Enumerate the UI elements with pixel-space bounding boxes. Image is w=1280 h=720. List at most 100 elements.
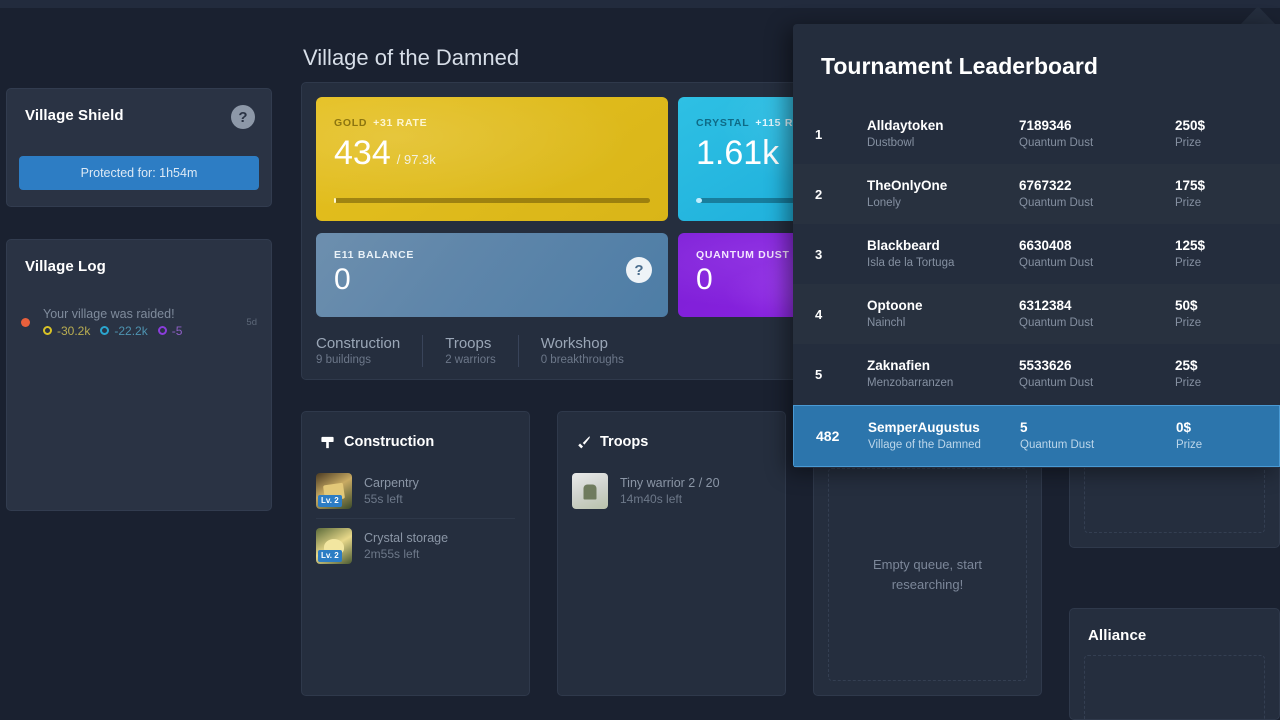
leaderboard-row[interactable]: 2 TheOnlyOne Lonely 6767322 Quantum Dust… — [793, 164, 1280, 224]
leaderboard-player: Blackbeard Isla de la Tortuga — [867, 237, 1019, 271]
leaderboard-score-label: Quantum Dust — [1019, 137, 1094, 149]
leaderboard-score-value: 6312384 — [1019, 298, 1072, 313]
e11-value: 0 — [334, 263, 351, 296]
troops-queue-title: Troops — [600, 434, 649, 450]
gold-label: GOLD — [334, 117, 368, 129]
leaderboard-prize-value: 25$ — [1175, 358, 1198, 373]
leaderboard-row[interactable]: 4 Optoone Nainchl 6312384 Quantum Dust 5… — [793, 284, 1280, 344]
construction-queue-list: Lv. 2 Carpentry 55s left Lv. 2 Crystal s… — [302, 450, 529, 573]
village-stats-row: Construction 9 buildings Troops 2 warrio… — [316, 331, 668, 371]
hammer-icon — [321, 436, 334, 448]
leaderboard-score-value: 6630408 — [1019, 238, 1072, 253]
leaderboard-rank: 5 — [815, 366, 823, 382]
leaderboard-title: Tournament Leaderboard — [821, 53, 1098, 79]
alliance-panel: Alliance — [1069, 608, 1280, 720]
leaderboard-score: 6767322 Quantum Dust — [1019, 177, 1175, 211]
leaderboard-prize: 25$ Prize — [1175, 357, 1265, 391]
stat-workshop[interactable]: Workshop 0 breakthroughs — [541, 335, 646, 367]
leaderboard-row[interactable]: 1 Alldaytoken Dustbowl 7189346 Quantum D… — [793, 104, 1280, 164]
leaderboard-rows: 1 Alldaytoken Dustbowl 7189346 Quantum D… — [793, 104, 1280, 467]
leaderboard-player: Alldaytoken Dustbowl — [867, 117, 1019, 151]
leaderboard-prize-value: 50$ — [1175, 298, 1198, 313]
gold-progress-fill — [334, 198, 336, 203]
queue-item-name: Crystal storage — [364, 531, 449, 545]
leaderboard-rank: 1 — [815, 126, 823, 142]
page-title: Village of the Damned — [303, 45, 520, 70]
log-entry-text: Your village was raided! — [43, 306, 175, 321]
help-icon[interactable]: ? — [626, 257, 652, 283]
queue-item-text: Crystal storage 2m55s left — [364, 530, 515, 562]
leaderboard-player-name: SemperAugustus — [868, 420, 980, 435]
leaderboard-prize-value: 125$ — [1175, 238, 1206, 253]
troops-queue-header: Troops — [558, 412, 785, 450]
leaderboard-score-value: 6767322 — [1019, 178, 1072, 193]
gold-rate: +31 RATE — [373, 117, 428, 129]
leaderboard-score-label: Quantum Dust — [1020, 439, 1095, 451]
stat-construction-name: Construction — [316, 335, 401, 352]
leaderboard-pointer-icon — [1240, 6, 1276, 25]
leaderboard-row-current-player[interactable]: 482 SemperAugustus Village of the Damned… — [793, 405, 1280, 467]
stat-troops[interactable]: Troops 2 warriors — [445, 335, 519, 367]
crystal-resource-icon — [100, 326, 110, 335]
construction-queue-panel: Construction Lv. 2 Carpentry 55s left Lv… — [301, 411, 530, 696]
left-sidebar: Village Shield ? Protected for: 1h54m Vi… — [6, 88, 272, 511]
resource-card-gold[interactable]: GOLD +31 RATE 434 / 97.3k — [316, 97, 668, 221]
village-shield-panel: Village Shield ? Protected for: 1h54m — [6, 88, 272, 207]
leaderboard-player-name: TheOnlyOne — [867, 178, 948, 193]
leaderboard-prize: 50$ Prize — [1175, 297, 1265, 331]
leaderboard-rank: 4 — [815, 306, 823, 322]
alliance-title: Alliance — [1088, 627, 1147, 644]
queue-item-time: 55s left — [364, 492, 403, 506]
stat-workshop-name: Workshop — [540, 335, 608, 352]
log-entry[interactable]: Your village was raided! -30.2k -22.2k -… — [7, 302, 271, 342]
leaderboard-player: SemperAugustus Village of the Damned — [868, 419, 1020, 453]
gold-amount: 434 — [334, 134, 391, 172]
crystal-progress-fill — [696, 198, 703, 203]
tournament-leaderboard-panel: Tournament Leaderboard 1 Alldaytoken Dus… — [793, 24, 1280, 468]
leaderboard-prize-label: Prize — [1175, 197, 1202, 209]
log-entry-age: 5d — [246, 316, 257, 328]
research-empty-message: Empty queue, start researching! — [828, 468, 1027, 681]
carpentry-level-badge: Lv. 2 — [318, 495, 342, 507]
leaderboard-score-value: 7189346 — [1019, 118, 1072, 133]
leaderboard-row[interactable]: 3 Blackbeard Isla de la Tortuga 6630408 … — [793, 224, 1280, 284]
queue-item-name: Tiny warrior 2 / 20 — [620, 476, 720, 490]
sword-icon — [578, 435, 590, 448]
queue-item[interactable]: Tiny warrior 2 / 20 14m40s left — [572, 464, 771, 518]
leaderboard-score: 5533626 Quantum Dust — [1019, 357, 1175, 391]
leaderboard-prize-value: 0$ — [1176, 420, 1192, 435]
shield-protected-button[interactable]: Protected for: 1h54m — [19, 156, 259, 190]
e11-label: E11 BALANCE — [334, 249, 415, 261]
leaderboard-score-value: 5533626 — [1019, 358, 1072, 373]
leaderboard-score: 6312384 Quantum Dust — [1019, 297, 1175, 331]
delta-gold: -30.2k — [43, 324, 90, 338]
leaderboard-prize-label: Prize — [1175, 257, 1202, 269]
leaderboard-prize: 250$ Prize — [1175, 117, 1265, 151]
leaderboard-score-label: Quantum Dust — [1019, 257, 1094, 269]
leaderboard-player: Zaknafien Menzobarranzen — [867, 357, 1019, 391]
leaderboard-prize-label: Prize — [1175, 377, 1202, 389]
stat-construction[interactable]: Construction 9 buildings — [316, 335, 424, 367]
alliance-content-area — [1084, 655, 1265, 720]
carpentry-thumbnail: Lv. 2 — [316, 473, 352, 509]
leaderboard-player-name: Optoone — [867, 298, 923, 313]
queue-item[interactable]: Lv. 2 Crystal storage 2m55s left — [316, 519, 515, 573]
leaderboard-prize: 125$ Prize — [1175, 237, 1265, 271]
leaderboard-score-label: Quantum Dust — [1019, 197, 1094, 209]
village-log-title: Village Log — [25, 258, 106, 275]
leaderboard-prize-value: 175$ — [1175, 178, 1206, 193]
help-icon[interactable]: ? — [231, 105, 255, 129]
village-log-panel: Village Log Your village was raided! -30… — [6, 239, 272, 511]
delta-dust-value: -5 — [171, 323, 183, 338]
log-entry-deltas: -30.2k -22.2k -5 — [43, 324, 238, 338]
resource-card-e11[interactable]: E11 BALANCE 0 ? — [316, 233, 668, 317]
delta-crystal-value: -22.2k — [114, 323, 148, 338]
leaderboard-player: Optoone Nainchl — [867, 297, 1019, 331]
queue-item[interactable]: Lv. 2 Carpentry 55s left — [316, 464, 515, 519]
leaderboard-player-name: Alldaytoken — [867, 118, 944, 133]
leaderboard-score-label: Quantum Dust — [1019, 377, 1094, 389]
leaderboard-row[interactable]: 5 Zaknafien Menzobarranzen 5533626 Quant… — [793, 344, 1280, 404]
leaderboard-player-village: Village of the Damned — [868, 439, 981, 451]
leaderboard-prize-value: 250$ — [1175, 118, 1206, 133]
gold-resource-icon — [43, 326, 52, 335]
